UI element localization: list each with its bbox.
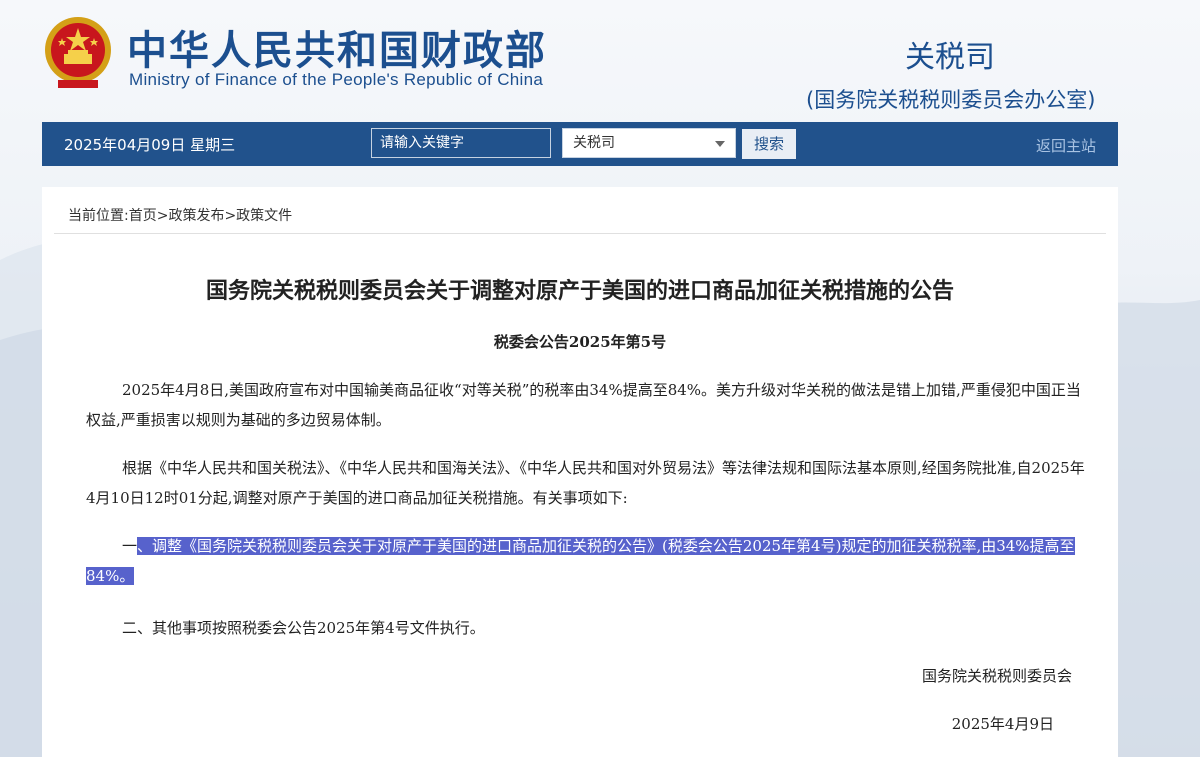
selected-text[interactable]: 、调整《国务院关税税则委员会关于对原产于美国的进口商品加征关税的公告》(税委会公… <box>86 537 1075 585</box>
breadcrumb-policy-docs[interactable]: >政策文件 <box>224 205 292 225</box>
department-select[interactable]: 关税司 <box>562 128 736 158</box>
department-select-value: 关税司 <box>573 135 615 151</box>
signer: 国务院关税税则委员会 <box>921 667 1072 685</box>
paragraph-4-text: 二、其他事项按照税委会公告2025年第4号文件执行。 <box>122 619 485 637</box>
breadcrumb-policy-release[interactable]: >政策发布 <box>157 205 225 225</box>
home-link[interactable]: 返回主站 <box>1036 135 1096 156</box>
paragraph-2: 根据《中华人民共和国关税法》、《中华人民共和国海关法》、《中华人民共和国对外贸易… <box>86 453 1086 513</box>
document-title: 国务院关税税则委员会关于调整对原产于美国的进口商品加征关税措施的公告 <box>205 279 954 304</box>
search-input[interactable]: 请输入关键字 <box>371 128 551 158</box>
paragraph-3-prefix: 一 <box>122 537 138 555</box>
breadcrumb-home[interactable]: 首页 <box>129 205 157 225</box>
sign-date: 2025年4月9日 <box>951 715 1054 733</box>
site-header: 中华人民共和国财政部 Ministry of Finance of the Pe… <box>0 0 1200 122</box>
content-card: 当前位置: 首页 >政策发布 >政策文件 国务院关税税则委员会关于调整对原产于美… <box>42 187 1118 757</box>
chevron-down-icon <box>715 141 725 147</box>
dept-title: 关税司 <box>905 40 995 75</box>
breadcrumb-label: 当前位置: <box>68 208 129 224</box>
org-name-en: Ministry of Finance of the People's Repu… <box>129 70 544 89</box>
nav-bar: 2025年04月09日 星期三 请输入关键字 关税司 搜索 返回主站 <box>42 122 1118 166</box>
divider <box>54 233 1106 234</box>
dept-subtitle: (国务院关税税则委员会办公室) <box>806 88 1096 112</box>
org-name-cn: 中华人民共和国财政部 <box>127 28 547 74</box>
national-emblem-icon <box>45 17 111 88</box>
paragraph-3: 一、调整《国务院关税税则委员会关于对原产于美国的进口商品加征关税的公告》(税委会… <box>86 531 1086 591</box>
search-button[interactable]: 搜索 <box>742 129 796 159</box>
breadcrumb: 当前位置: 首页 >政策发布 >政策文件 <box>68 205 292 225</box>
paragraph-1-text: 2025年4月8日,美国政府宣布对中国输美商品征收“对等关税”的税率由34%提高… <box>86 381 1081 429</box>
current-date: 2025年04月09日 星期三 <box>64 136 236 154</box>
paragraph-4: 二、其他事项按照税委会公告2025年第4号文件执行。 <box>86 613 1086 643</box>
document-number: 税委会公告2025年第5号 <box>493 333 667 351</box>
paragraph-2-text: 根据《中华人民共和国关税法》、《中华人民共和国海关法》、《中华人民共和国对外贸易… <box>86 459 1085 507</box>
paragraph-1: 2025年4月8日,美国政府宣布对中国输美商品征收“对等关税”的税率由34%提高… <box>86 375 1086 435</box>
